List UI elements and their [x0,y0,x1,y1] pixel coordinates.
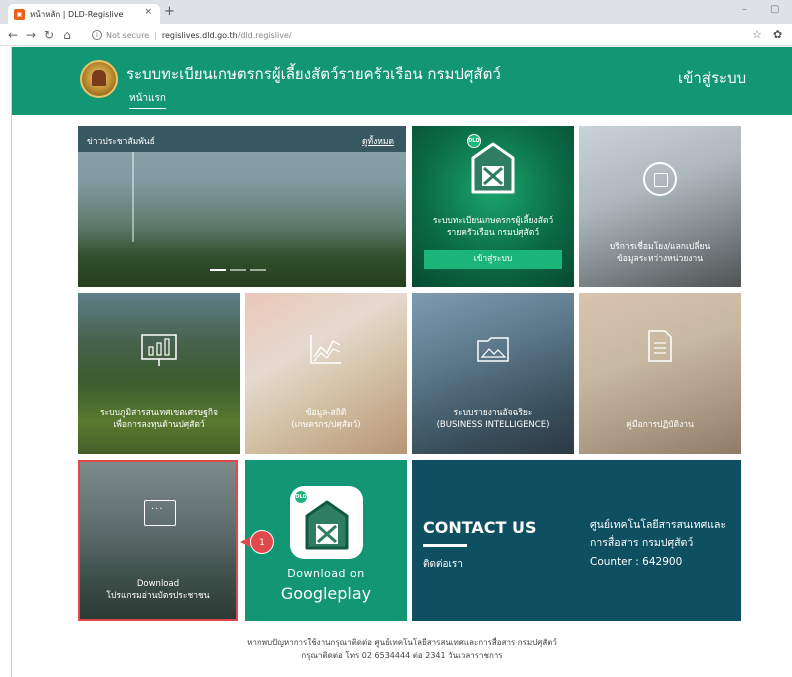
contact-organization-line2: การสื่อสาร กรมปศุสัตว์ [590,537,694,549]
news-carousel[interactable]: ข่าวประชาสัมพันธ์ ดูทั้งหมด [78,126,406,287]
carousel-dot[interactable] [250,269,266,271]
statistics-label: ข้อมูล-สถิติ (เกษตรกร/ปศุสัตว์) [245,407,407,431]
contact-heading: CONTACT US [423,518,537,537]
download-card-reader-label: Download โปรแกรมอ่านบัตรประชาชน [80,578,236,602]
url-host: regislives.dld.go.th [161,30,238,40]
data-linkage-tile[interactable]: บริการเชื่อมโยง/แลกเปลี่ยน ข้อมูลระหว่าง… [579,126,741,287]
forward-icon[interactable]: → [24,27,38,43]
tab-close-icon[interactable]: × [144,7,152,17]
sync-icon [643,162,677,196]
extension-icon[interactable]: ✿ [773,28,782,41]
manual-tile[interactable]: คู่มือการปฏิบัติงาน [579,293,741,454]
home-icon[interactable]: ⌂ [60,27,74,43]
download-card-reader-label-line1: Download [136,579,180,589]
footer-line2: กรุณาติดต่อ โทร 02 6534444 ต่อ 2341 วันเ… [301,651,503,660]
registration-tile[interactable]: DLD ระบบทะเบียนเกษตรกรผู้เลี้ยงสัตว์ ราย… [412,126,574,287]
business-intelligence-tile[interactable]: ระบบรายงานอัจฉริยะ (BUSINESS INTELLIGENC… [412,293,574,454]
site-title: ระบบทะเบียนเกษตรกรผู้เลี้ยงสัตว์รายครัวเ… [126,65,501,83]
step-callout-badge: 1 [250,530,274,554]
carousel-dot[interactable] [210,269,226,271]
download-card-reader-tile[interactable]: Download โปรแกรมอ่านบัตรประชาชน [78,460,238,621]
browser-tab-bar: ▣ หน้าหลัก | DLD-Regislive × + – ▢ [0,0,792,24]
contact-underline [423,544,467,547]
reload-icon[interactable]: ↻ [42,27,56,43]
address-bar[interactable]: i Not secure | regislives.dld.go.th /dld… [92,26,744,44]
restore-icon[interactable]: ▢ [770,4,779,15]
carousel-indicators [210,269,266,271]
line-chart-icon [310,335,341,364]
download-card-reader-label-line2: โปรแกรมอ่านบัตรประชาชน [106,591,210,601]
dld-badge: DLD [467,134,481,148]
business-intelligence-label-line2: (BUSINESS INTELLIGENCE) [436,420,550,430]
security-label: Not secure [106,30,150,40]
business-intelligence-label: ระบบรายงานอัจฉริยะ (BUSINESS INTELLIGENC… [412,407,574,431]
statistics-tile[interactable]: ข้อมูล-สถิติ (เกษตรกร/ปศุสัตว์) [245,293,407,454]
registration-label-line1: ระบบทะเบียนเกษตรกรผู้เลี้ยงสัตว์ [432,216,554,226]
contact-us-tile: CONTACT US ติดต่อเรา ศูนย์เทคโนโลยีสารสน… [412,460,741,621]
business-intelligence-label-line1: ระบบรายงานอัจฉริยะ [453,408,533,418]
economic-zone-label-line2: เพื่อการลงทุนด้านปศุสัตว์ [113,420,205,430]
economic-zone-label: ระบบภูมิสารสนเทศเขตเศรษฐกิจ เพื่อการลงทุ… [78,407,240,431]
page-footer: หากพบปัญหาการใช้งานกรุณาติดต่อ ศูนย์เทคโ… [12,636,792,662]
download-on-label: Download on [287,567,365,580]
site-favicon-icon: ▣ [14,8,25,20]
statistics-label-line1: ข้อมูล-สถิติ [305,408,347,418]
registration-label-line2: รายครัวเรือน กรมปศุสัตว์ [446,228,540,238]
tab-title: หน้าหลัก | DLD-Regislive [30,9,124,19]
minimize-icon[interactable]: – [742,4,747,15]
contact-organization-line1: ศูนย์เทคโนโลยีสารสนเทศและ [590,519,727,531]
chart-board-icon [141,334,177,366]
footer-line1: หากพบปัญหาการใช้งานกรุณาติดต่อ ศูนย์เทคโ… [247,638,557,647]
news-image-detail [132,152,134,242]
economic-zone-label-line1: ระบบภูมิสารสนเทศเขตเศรษฐกิจ [99,408,219,418]
contact-subheading: ติดต่อเรา [423,559,463,570]
dld-logo [80,60,118,98]
carousel-dot[interactable] [230,269,246,271]
data-linkage-label: บริการเชื่อมโยง/แลกเปลี่ยน ข้อมูลระหว่าง… [579,241,741,265]
browser-toolbar: ← → ↻ ⌂ i Not secure | regislives.dld.go… [0,24,792,46]
news-title: ข่าวประชาสัมพันธ์ [87,137,155,147]
bookmark-star-icon[interactable]: ☆ [752,28,762,41]
manual-label: คู่มือการปฏิบัติงาน [626,420,694,430]
news-header: ข่าวประชาสัมพันธ์ ดูทั้งหมด [78,126,406,152]
economic-zone-tile[interactable]: ระบบภูมิสารสนเทศเขตเศรษฐกิจ เพื่อการลงทุ… [78,293,240,454]
back-icon[interactable]: ← [6,27,20,43]
registration-label: ระบบทะเบียนเกษตรกรผู้เลี้ยงสัตว์ รายครัว… [412,215,574,239]
data-linkage-label-line1: บริการเชื่อมโยง/แลกเปลี่ยน [609,242,711,252]
google-play-label: Googleplay [280,584,372,603]
registration-login-button[interactable]: เข้าสู่ระบบ [424,250,562,269]
nav-home-link[interactable]: หน้าแรก [129,91,166,109]
news-view-all-link[interactable]: ดูทั้งหมด [362,134,394,148]
url-separator: | [154,30,157,40]
app-icon: DLD [290,486,363,559]
visitor-counter: Counter : 642900 [590,556,683,568]
new-tab-button[interactable]: + [164,4,175,20]
browser-tab[interactable]: ▣ หน้าหลัก | DLD-Regislive × [8,4,160,24]
contact-organization: ศูนย์เทคโนโลยีสารสนเทศและ การสื่อสาร กรม… [590,516,735,552]
image-folder-icon [477,337,509,362]
info-icon[interactable]: i [92,30,102,40]
data-linkage-label-line2: ข้อมูลระหว่างหน่วยงาน [616,254,704,264]
url-path: /dld.regislive/ [237,30,292,40]
dld-badge: DLD [294,490,308,504]
login-link[interactable]: เข้าสู่ระบบ [678,66,746,90]
barn-icon [305,500,349,550]
document-icon [648,330,672,362]
statistics-label-line2: (เกษตรกร/ปศุสัตว์) [291,420,361,430]
chat-bubble-icon [144,500,176,526]
